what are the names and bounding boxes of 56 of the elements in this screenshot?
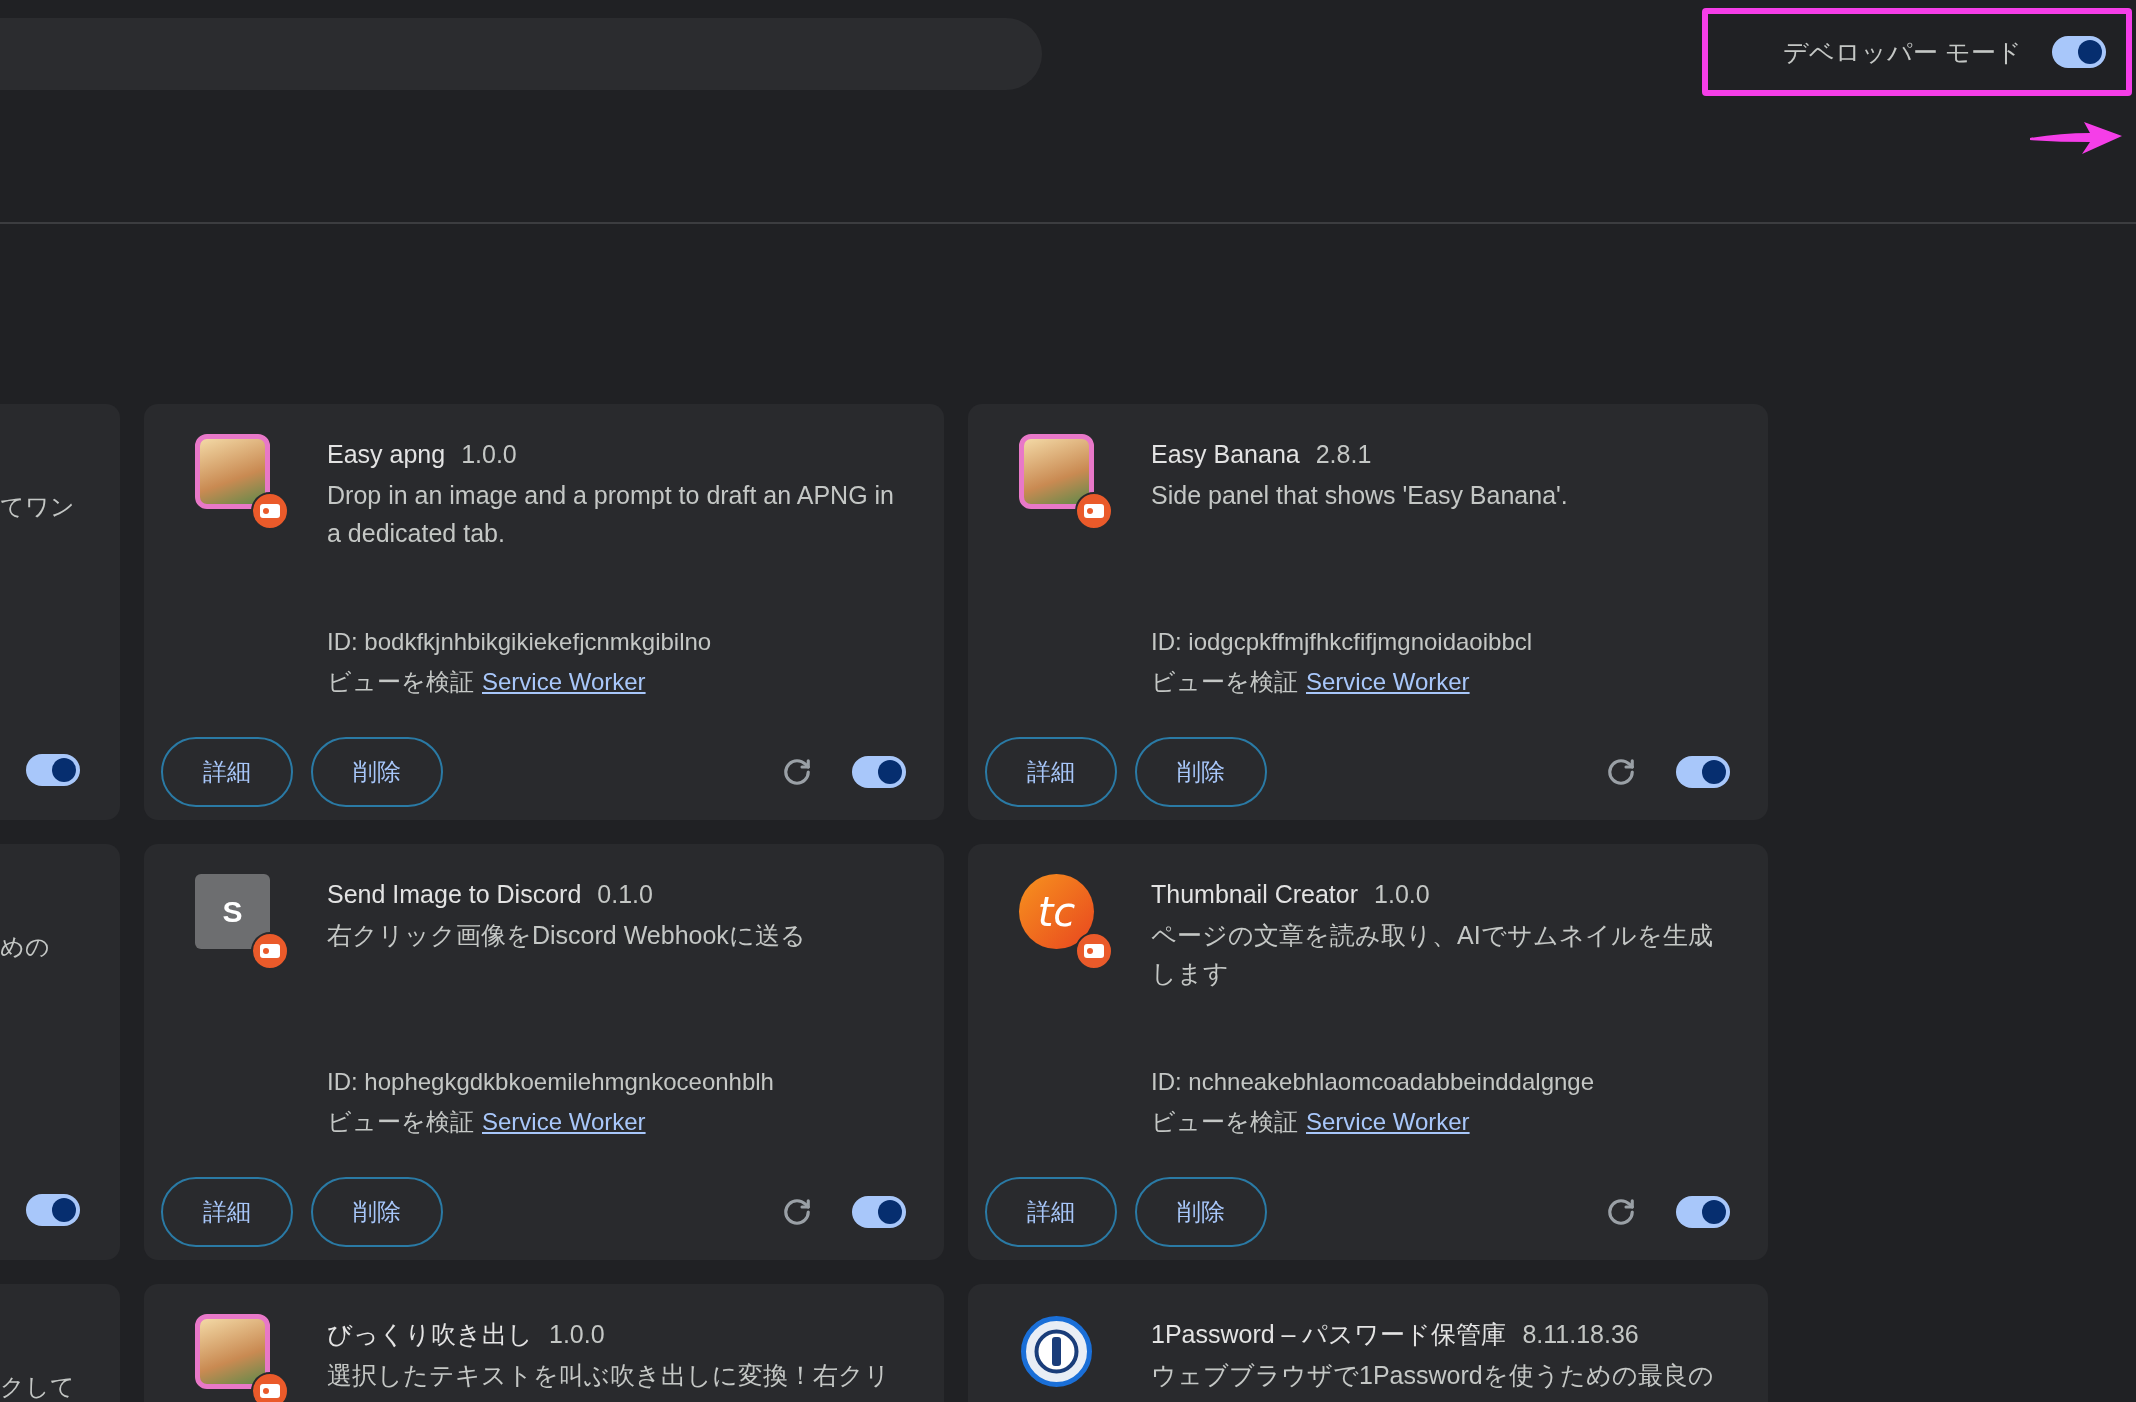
reload-icon[interactable] (782, 757, 812, 787)
enable-toggle[interactable] (26, 754, 80, 786)
extension-id: ID: bodkfkjnhbikgikiekefjcnmkgibilno (327, 627, 713, 657)
inspect-views-label: ビューを検証 (327, 667, 474, 697)
remove-button[interactable]: 削除 (1135, 1177, 1267, 1247)
extension-id: ID: iodgcpkffmjfhkcfifjmgnoidaoibbcl (1151, 627, 1534, 657)
version-text: 1.0.0 (461, 439, 517, 470)
description-text: Drop in an image and a prompt to draft an APNG in a dedicated tab. (327, 480, 895, 549)
extension-name: Easy Banana (1151, 439, 1300, 470)
version-text: 0.1.0 (597, 879, 653, 910)
extension-name: 1Password – パスワード保管庫 (1151, 1319, 1507, 1350)
extension-id: ID: hophegkgdkbkoemilehmgnkoceonhblh (327, 1067, 775, 1097)
description-text: クして (0, 1372, 75, 1402)
description-text: 選択したテキストを叫ぶ吹き出しに変換！右クリ (327, 1360, 891, 1391)
description-text: めの (0, 932, 50, 962)
version-text: 2.8.1 (1315, 439, 1372, 470)
logo-icon: tc (1019, 874, 1094, 949)
service-worker-link[interactable]: Service Worker (482, 1102, 646, 1142)
inspect-views-label: ビューを検証 (327, 1107, 474, 1137)
inspect-views-label: ビューを検証 (1151, 667, 1298, 697)
service-worker-link[interactable]: Service Worker (482, 662, 646, 702)
description-text: Side panel that shows 'Easy Banana'. (1151, 480, 1569, 511)
extension-name: Thumbnail Creator (1151, 879, 1359, 910)
enable-toggle[interactable] (1676, 1196, 1730, 1228)
details-button[interactable]: 詳細 (985, 1177, 1117, 1247)
reload-icon[interactable] (1606, 757, 1636, 787)
version-text: 8.11.18.36 (1522, 1319, 1639, 1350)
remove-button[interactable]: 削除 (311, 737, 443, 807)
description-text: てワン (0, 492, 75, 522)
letter-icon: S (195, 874, 270, 949)
service-worker-link[interactable]: Service Worker (1306, 1102, 1470, 1142)
reload-icon[interactable] (1606, 1197, 1636, 1227)
extension-name: びっくり吹き出し (327, 1319, 533, 1350)
version-text: 1.0.0 (1374, 879, 1430, 910)
details-button[interactable]: 詳細 (985, 737, 1117, 807)
remove-button[interactable]: 削除 (1135, 737, 1267, 807)
developer-mode-toggle[interactable] (2052, 36, 2106, 68)
extension-name: Easy apng (327, 439, 446, 470)
description-text: ウェブブラウザで1Passwordを使うための最良の (1151, 1360, 1715, 1391)
enable-toggle[interactable] (852, 1196, 906, 1228)
extension-name: Send Image to Discord (327, 879, 582, 910)
description-text: 右クリック画像をDiscord Webhookに送る (327, 920, 807, 951)
inspect-views-label: ビューを検証 (1151, 1107, 1298, 1137)
developer-mode-label: デベロッパー モード (1783, 36, 2022, 68)
keyhole-icon (1019, 1314, 1094, 1389)
version-text: 1.0.0 (549, 1319, 605, 1350)
enable-toggle[interactable] (852, 756, 906, 788)
extension-id: ID: nchneakebhlaomcoadabbeinddalgnge (1151, 1067, 1595, 1097)
enable-toggle[interactable] (1676, 756, 1730, 788)
service-worker-link[interactable]: Service Worker (1306, 662, 1470, 702)
description-text: ページの文章を読み取り、AIでサムネイルを生成します (1151, 920, 1714, 989)
details-button[interactable]: 詳細 (161, 737, 293, 807)
enable-toggle[interactable] (26, 1194, 80, 1226)
reload-icon[interactable] (782, 1197, 812, 1227)
remove-button[interactable]: 削除 (311, 1177, 443, 1247)
details-button[interactable]: 詳細 (161, 1177, 293, 1247)
